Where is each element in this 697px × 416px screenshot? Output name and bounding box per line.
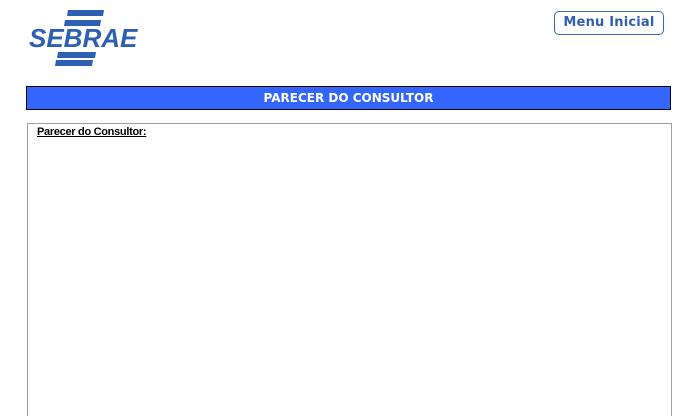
parecer-consultor-panel: Parecer do Consultor: — [27, 123, 672, 416]
menu-inicial-button[interactable]: Menu Inicial — [554, 11, 664, 35]
sebrae-logo-graphic: SEBRAE — [29, 10, 138, 66]
page-title: PARECER DO CONSULTOR — [26, 86, 671, 110]
logo-text: SEBRAE — [29, 23, 138, 53]
parecer-consultor-label: Parecer do Consultor: — [37, 126, 147, 138]
sebrae-logo: SEBRAE — [28, 8, 140, 66]
page: SEBRAE Menu Inicial PARECER DO CONSULTOR… — [0, 0, 697, 416]
